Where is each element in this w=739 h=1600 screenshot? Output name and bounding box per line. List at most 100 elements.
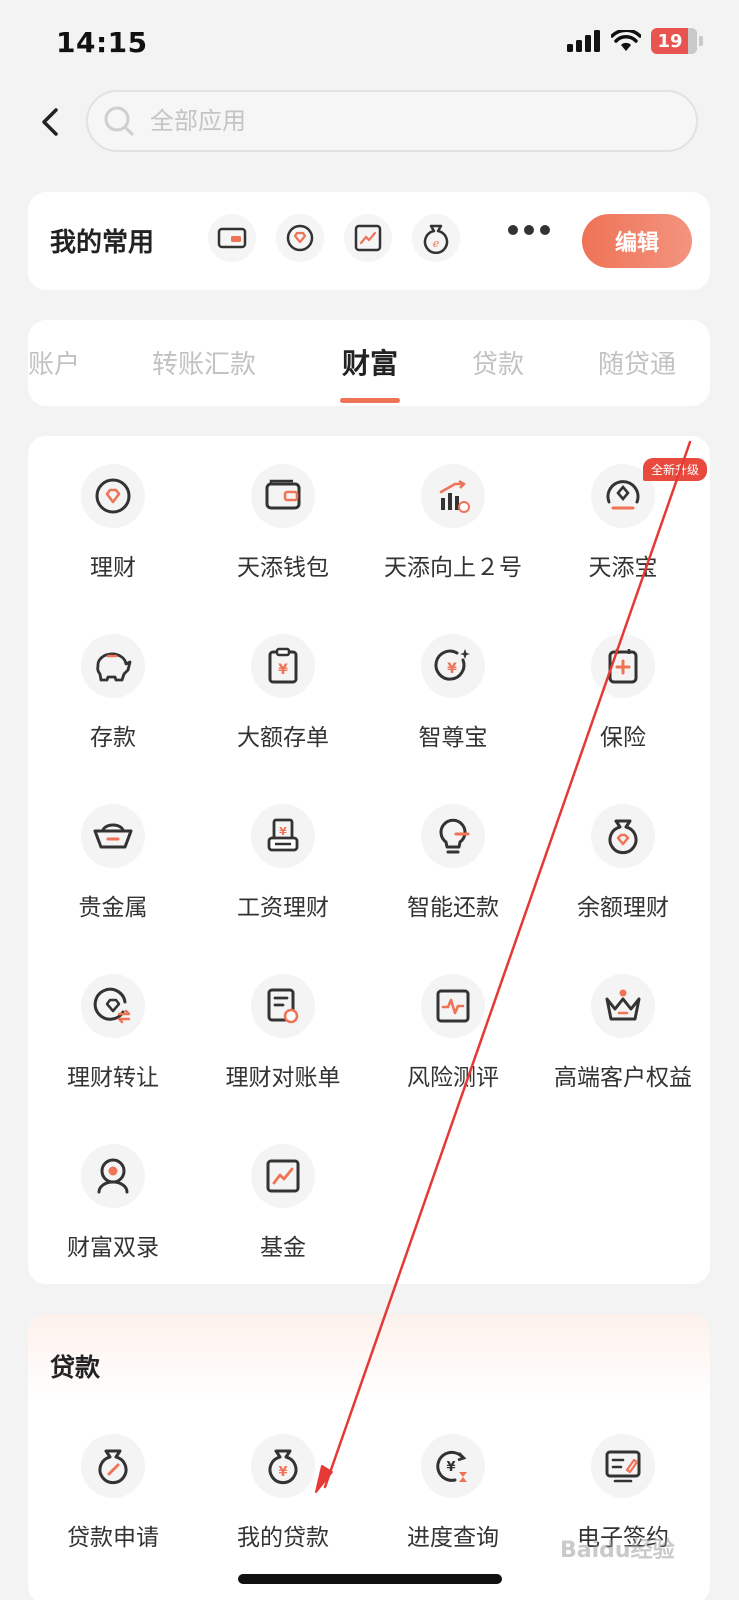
grid-item-label: 贷款申请 [67,1525,159,1551]
grid-item-label: 理财 [90,555,136,581]
gauge-icon: 全新升级 [591,458,707,528]
grid-item-fund[interactable]: 基金 [198,1116,368,1286]
diamond-icon[interactable] [276,214,324,262]
card-icon[interactable] [208,214,256,262]
svg-text:¥: ¥ [279,825,287,838]
wallet-icon [251,464,315,528]
edit-button[interactable]: 编辑 [582,214,692,268]
battery-tip [699,36,703,46]
status-bar: 14:15 19 [0,0,739,90]
progress-icon: ¥ [421,1434,485,1498]
statement-icon [251,974,315,1038]
grid-item-deposit[interactable]: 存款 [28,606,198,776]
grid-item-label: 理财对账单 [225,1065,341,1091]
tab-wealth[interactable]: 财富 [342,342,398,382]
favorites-icons: e [208,214,460,262]
status-time: 14:15 [56,26,148,59]
grid-item-tiantian-2[interactable]: 天添向上２号 [368,436,538,606]
grid-item-loan-apply[interactable]: 贷款申请 [28,1406,198,1576]
grid-item-cd[interactable]: ¥ 大额存单 [198,606,368,776]
grid-item-label: 大额存单 [237,725,329,751]
search-icon [104,106,134,136]
grid-item-label: 天添向上２号 [384,555,522,581]
crown-icon [591,974,655,1038]
grid-item-label: 余额理财 [577,895,669,921]
tab-credit[interactable]: 随贷通 [598,344,676,381]
watermark: Baidu经验 [560,1538,675,1563]
signal-icon [567,30,600,52]
tab-loan[interactable]: 贷款 [472,344,524,381]
favorites-title: 我的常用 [50,228,155,258]
my-loan-icon: ¥ [251,1434,315,1498]
grid-item-statement[interactable]: 理财对账单 [198,946,368,1116]
wealth-grid: 理财 天添钱包 天添向上２号 全新升级 天添宝 存款 ¥ 大额存单 ¥ 智尊宝 … [28,436,710,1284]
grid-item-smart-repay[interactable]: 智能还款 [368,776,538,946]
fund-chart-icon [251,1144,315,1208]
back-button[interactable] [32,104,68,140]
grid-item-tiantianbao[interactable]: 全新升级 天添宝 [538,436,708,606]
battery-level: 19 [657,30,683,52]
search-input[interactable] [150,107,600,135]
grid-item-progress-query[interactable]: ¥ 进度查询 [368,1406,538,1576]
category-tabs: 账户 转账汇款 财富 贷款 随贷通 [28,320,710,406]
balance-bag-icon [591,804,655,868]
grid-item-label: 贵金属 [78,895,148,921]
grid-item-label: 风险测评 [407,1065,499,1091]
recording-person-icon [81,1144,145,1208]
active-tab-indicator [340,398,400,403]
grid-item-my-loan[interactable]: ¥ 我的贷款 [198,1406,368,1576]
chevron-left-icon [42,108,58,136]
grid-item-label: 存款 [90,725,136,751]
grid-item-label: 工资理财 [237,895,329,921]
risk-pulse-icon [421,974,485,1038]
grid-item-label: 基金 [260,1235,306,1261]
tab-transfer[interactable]: 转账汇款 [152,344,256,381]
money-bag-icon[interactable]: e [412,214,460,262]
grid-item-label: 我的贷款 [237,1525,329,1551]
transfer-icon [81,974,145,1038]
status-icons: 19 [567,28,703,54]
svg-text:¥: ¥ [446,1460,455,1475]
chart-icon[interactable] [344,214,392,262]
loan-section-title: 贷款 [50,1353,101,1382]
sparkle-yuan-icon: ¥ [421,634,485,698]
grid-item-zhizunbao[interactable]: ¥ 智尊宝 [368,606,538,776]
grid-item-salary[interactable]: ¥ 工资理财 [198,776,368,946]
grid-item-insurance[interactable]: 保险 [538,606,708,776]
loan-apply-icon [81,1434,145,1498]
grid-item-label: 理财转让 [67,1065,159,1091]
diamond-icon [81,464,145,528]
svg-text:¥: ¥ [278,1465,287,1480]
battery-empty-part [688,28,697,54]
grid-item-vip-rights[interactable]: 高端客户权益 [538,946,708,1116]
clipboard-yuan-icon: ¥ [251,634,315,698]
gold-ingot-icon [81,804,145,868]
salary-icon: ¥ [251,804,315,868]
grid-item-label: 智尊宝 [418,725,488,751]
grid-item-label: 天添宝 [588,555,658,581]
svg-text:e: e [433,237,440,250]
grid-item-dual-recording[interactable]: 财富双录 [28,1116,198,1286]
search-row [0,90,739,154]
more-icon[interactable] [508,225,550,235]
search-box[interactable] [86,90,698,152]
home-indicator[interactable] [238,1574,502,1584]
e-sign-icon [591,1434,655,1498]
grid-item-label: 智能还款 [407,895,499,921]
grid-item-label: 高端客户权益 [554,1065,692,1091]
grid-item-label: 天添钱包 [237,555,329,581]
svg-text:¥: ¥ [278,662,288,678]
grid-item-wallet[interactable]: 天添钱包 [198,436,368,606]
grid-item-licai[interactable]: 理财 [28,436,198,606]
wifi-icon [611,30,641,51]
grid-item-balance-licai[interactable]: 余额理财 [538,776,708,946]
tab-account[interactable]: 账户 [28,344,80,381]
grid-item-precious-metal[interactable]: 贵金属 [28,776,198,946]
piggy-bank-icon [81,634,145,698]
bulb-icon [421,804,485,868]
favorites-card: 我的常用 e 编辑 [28,192,710,290]
grid-item-licai-transfer[interactable]: 理财转让 [28,946,198,1116]
grid-item-label: 财富双录 [67,1235,159,1261]
grid-item-risk-assessment[interactable]: 风险测评 [368,946,538,1116]
grid-item-label: 保险 [600,725,646,751]
